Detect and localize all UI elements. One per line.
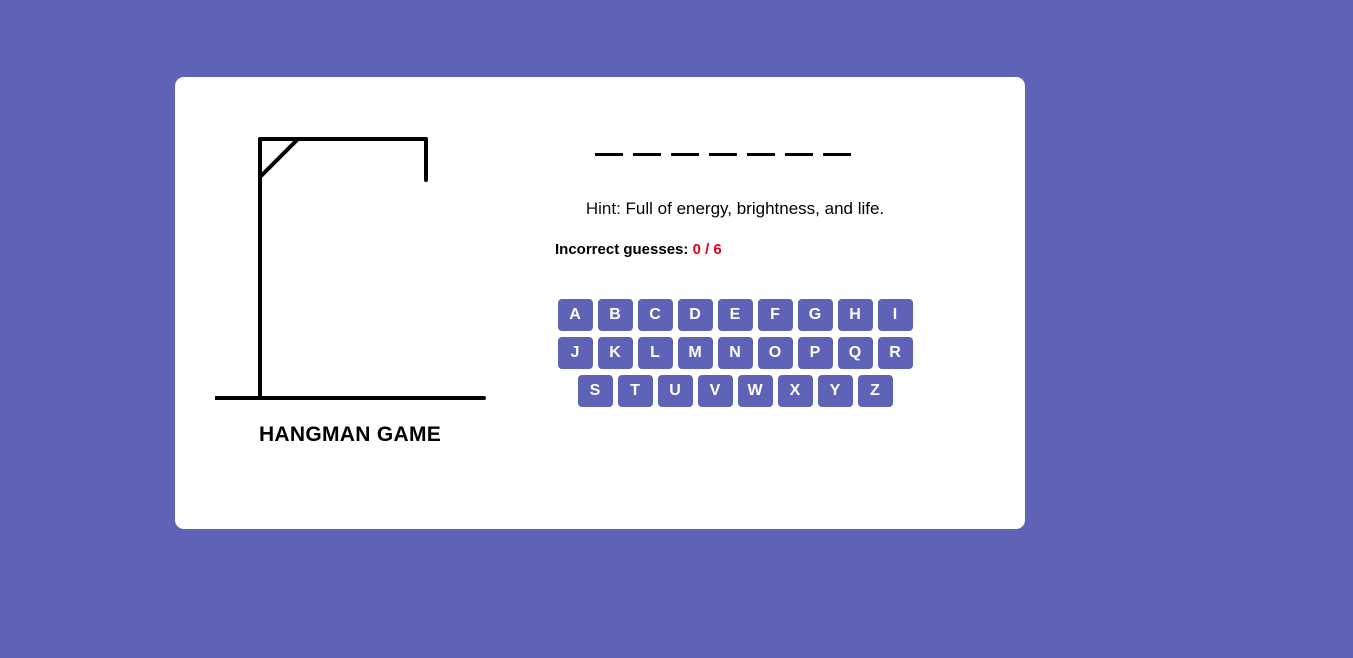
letter-key-a[interactable]: A — [557, 299, 593, 331]
letter-key-e[interactable]: E — [717, 299, 753, 331]
letter-key-n[interactable]: N — [717, 337, 753, 369]
letter-key-v[interactable]: V — [697, 375, 733, 407]
letter-slot — [595, 153, 623, 156]
letter-key-s[interactable]: S — [577, 375, 613, 407]
letter-slot — [785, 153, 813, 156]
letter-key-c[interactable]: C — [637, 299, 673, 331]
hint-value: Full of energy, brightness, and life. — [625, 199, 885, 218]
letter-key-p[interactable]: P — [797, 337, 833, 369]
letter-key-d[interactable]: D — [677, 299, 713, 331]
hangman-gallows-drawing — [215, 137, 486, 400]
letter-key-j[interactable]: J — [557, 337, 593, 369]
gallows-brace — [258, 137, 300, 179]
word-display — [595, 153, 851, 156]
letter-key-f[interactable]: F — [757, 299, 793, 331]
letter-key-o[interactable]: O — [757, 337, 793, 369]
letter-key-u[interactable]: U — [657, 375, 693, 407]
letter-key-x[interactable]: X — [777, 375, 813, 407]
incorrect-guesses: Incorrect guesses: 0 / 6 — [555, 241, 722, 258]
letter-key-y[interactable]: Y — [817, 375, 853, 407]
letter-key-z[interactable]: Z — [857, 375, 893, 407]
letter-slot — [671, 153, 699, 156]
letter-key-i[interactable]: I — [877, 299, 913, 331]
game-title: HANGMAN GAME — [258, 423, 442, 446]
hint-label: Hint: — [585, 199, 621, 218]
keyboard-row: STUVWXYZ — [555, 375, 915, 407]
game-card: HANGMAN GAME Hint: Full of energy, brigh… — [175, 77, 1025, 529]
letter-key-h[interactable]: H — [837, 299, 873, 331]
keyboard-row: JKLMNOPQR — [555, 337, 915, 369]
guesses-count: 0 / 6 — [692, 241, 722, 258]
keyboard-row: ABCDEFGHI — [555, 299, 915, 331]
letter-key-l[interactable]: L — [637, 337, 673, 369]
letter-slot — [709, 153, 737, 156]
letter-key-r[interactable]: R — [877, 337, 913, 369]
hint-text: Hint: Full of energy, brightness, and li… — [535, 199, 935, 219]
guesses-label: Incorrect guesses: — [555, 241, 689, 258]
letter-key-m[interactable]: M — [677, 337, 713, 369]
letter-slot — [823, 153, 851, 156]
letter-slot — [633, 153, 661, 156]
letter-key-t[interactable]: T — [617, 375, 653, 407]
letter-key-w[interactable]: W — [737, 375, 773, 407]
letter-key-q[interactable]: Q — [837, 337, 873, 369]
letter-key-k[interactable]: K — [597, 337, 633, 369]
letter-key-g[interactable]: G — [797, 299, 833, 331]
letter-slot — [747, 153, 775, 156]
letter-keyboard: ABCDEFGHI JKLMNOPQR STUVWXYZ — [555, 299, 915, 413]
letter-key-b[interactable]: B — [597, 299, 633, 331]
